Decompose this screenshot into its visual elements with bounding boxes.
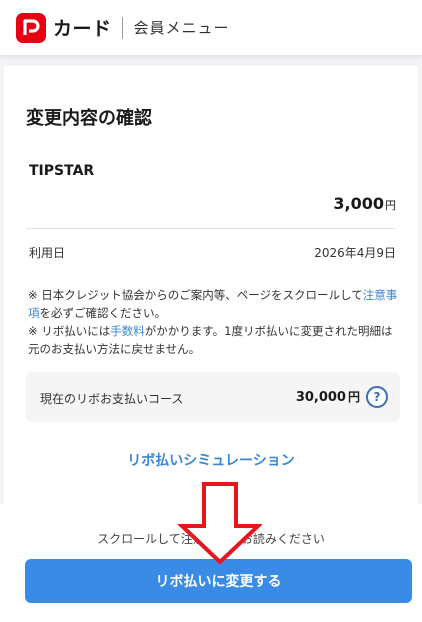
header-subtitle: 会員メニュー	[133, 19, 230, 37]
course-amount: 30,000	[295, 390, 346, 405]
usage-date-value: 2026年4月9日	[314, 246, 396, 260]
paypay-logo-icon[interactable]	[16, 12, 46, 43]
amount-unit: 円	[385, 199, 396, 212]
app-header: カード 会員メニュー	[0, 0, 422, 56]
merchant-name: TIPSTAR	[29, 163, 95, 179]
course-unit: 円	[347, 390, 360, 404]
help-icon[interactable]: ?	[366, 386, 388, 408]
note-text: ※ リボ払いには	[28, 324, 111, 338]
amount-value: 3,000	[333, 194, 384, 213]
revolving-simulation-link[interactable]: リボ払いシミュレーション	[4, 450, 418, 470]
brand-name: カード	[53, 18, 112, 40]
course-label: 現在のリボお支払いコース	[40, 392, 184, 406]
payment-amount: 3,000円	[333, 194, 396, 213]
header-divider	[121, 16, 123, 39]
note-text: を必ずご確認ください。	[39, 306, 167, 320]
course-value: 30,000 円	[296, 388, 360, 405]
note-association: ※ 日本クレジット協会からのご案内等、ページをスクロールして注意事項を必ずご確認…	[28, 286, 400, 322]
note-text: ※ 日本クレジット協会からのご案内等、ページをスクロールして	[28, 288, 363, 302]
fee-link[interactable]: 手数料	[110, 324, 145, 338]
change-to-revolving-button[interactable]: リボ払いに変更する	[25, 559, 412, 603]
divider	[26, 228, 396, 229]
revolving-course-box: 現在のリボお支払いコース 30,000 円 ?	[26, 372, 400, 422]
notes: ※ 日本クレジット協会からのご案内等、ページをスクロールして注意事項を必ずご確認…	[28, 286, 400, 358]
note-fee: ※ リボ払いには手数料がかかります。1度リボ払いに変更された明細は元のお支払い方…	[28, 322, 400, 358]
page-title: 変更内容の確認	[26, 108, 152, 129]
down-arrow-icon	[178, 482, 262, 564]
usage-date-label: 利用日	[29, 246, 66, 260]
